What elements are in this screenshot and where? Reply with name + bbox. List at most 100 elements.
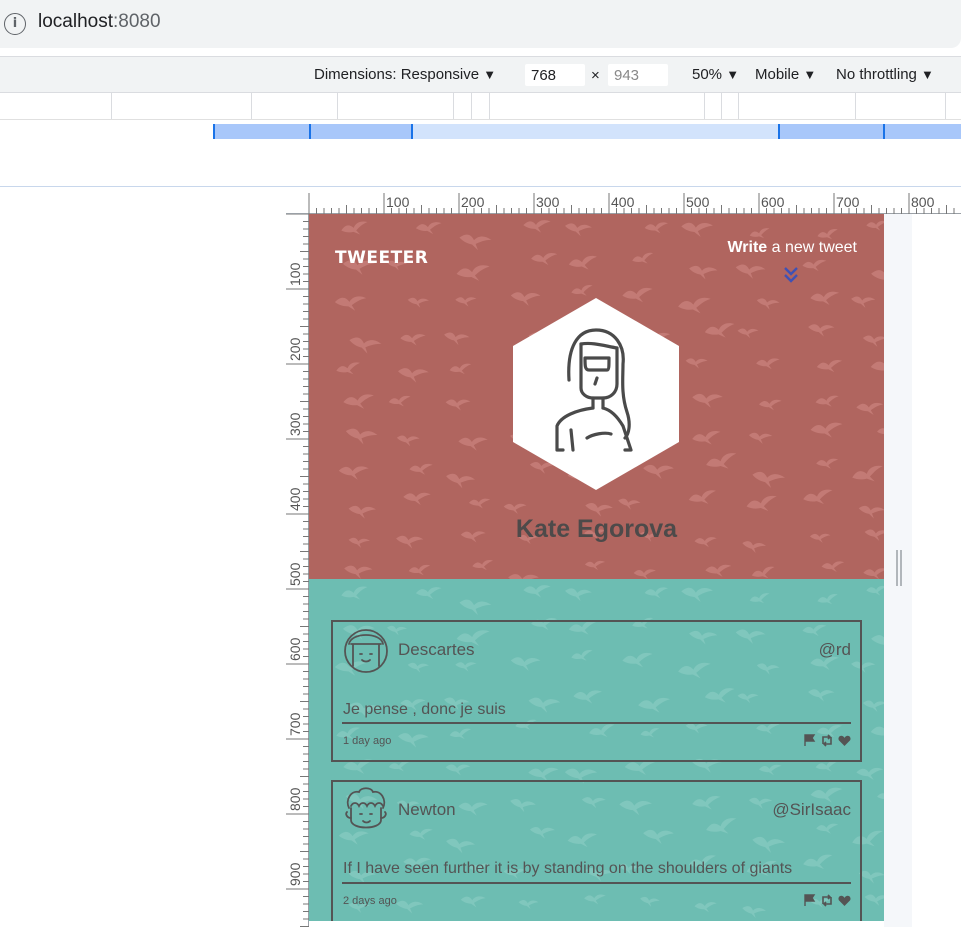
- bird-mark: [458, 437, 488, 451]
- mq-divider: [111, 93, 112, 119]
- bird-mark: [816, 360, 843, 373]
- ruler-label: 700: [287, 712, 303, 736]
- ruler-label: 400: [287, 487, 303, 511]
- bird-mark: [400, 334, 426, 346]
- bird-mark: [856, 402, 884, 416]
- ruler-label: 300: [287, 412, 303, 436]
- bird-mark: [624, 760, 657, 776]
- bird-mark: [568, 255, 597, 270]
- bird-mark: [445, 764, 471, 776]
- bird-mark: [681, 587, 713, 602]
- ruler-label: 500: [287, 562, 303, 586]
- bird-mark: [459, 234, 492, 251]
- bird-mark: [685, 358, 708, 369]
- dropdown-arrow-icon: ▼: [726, 67, 740, 82]
- throttling-dropdown[interactable]: No throttling ▼: [836, 66, 934, 83]
- flag-icon[interactable]: [803, 894, 816, 907]
- bird-mark: [817, 594, 838, 605]
- resize-handle-icon[interactable]: [895, 550, 903, 586]
- profile-name: Kate Egorova: [515, 515, 678, 543]
- bird-mark: [449, 363, 472, 375]
- breakpoint-marker: [883, 124, 885, 139]
- mq-divider: [453, 93, 454, 119]
- tweet-card[interactable]: Newton @SirIsaac If I have seen further …: [331, 780, 862, 921]
- url-text[interactable]: localhost:8080: [38, 11, 161, 33]
- bird-mark: [756, 358, 780, 370]
- bird-mark: [678, 297, 711, 314]
- tweet-divider: [342, 882, 851, 884]
- double-chevron-down-icon[interactable]: [783, 266, 799, 284]
- breakpoint-segment-right[interactable]: [778, 124, 961, 139]
- bird-mark: [746, 495, 777, 511]
- tweet-handle[interactable]: @rd: [819, 640, 851, 660]
- height-input[interactable]: [608, 64, 668, 86]
- bird-mark: [407, 297, 429, 308]
- dimensions-label: Dimensions: Responsive: [314, 66, 480, 83]
- media-query-bar[interactable]: [0, 93, 961, 120]
- ruler-label: 400: [611, 194, 635, 210]
- zoom-dropdown[interactable]: 50% ▼: [692, 66, 739, 83]
- breakpoint-segment-left[interactable]: [213, 124, 413, 139]
- app-logo[interactable]: TWEETER: [335, 248, 428, 268]
- girl-avatar-icon: [344, 629, 388, 673]
- bird-mark: [415, 587, 442, 600]
- bird-mark: [584, 560, 606, 571]
- info-icon[interactable]: i: [4, 13, 26, 35]
- write-tweet-link[interactable]: Write a new tweet: [727, 239, 857, 257]
- bird-mark: [403, 492, 431, 506]
- tweet-author[interactable]: Newton: [398, 800, 456, 820]
- mq-divider: [704, 93, 705, 119]
- tweet-feed: Descartes @rd Je pense , donc je suis 1 …: [309, 579, 884, 921]
- device-toolbar: Dimensions: Responsive ▼ × 50% ▼ Mobile …: [0, 56, 961, 93]
- ruler-label: 600: [761, 194, 785, 210]
- bird-mark: [445, 399, 471, 411]
- bird-mark: [735, 264, 766, 279]
- dropdown-arrow-icon: ▼: [921, 67, 934, 82]
- tweet-card[interactable]: Descartes @rd Je pense , donc je suis 1 …: [331, 620, 862, 762]
- bird-mark: [565, 588, 592, 602]
- bird-mark: [618, 498, 641, 510]
- throttling-label: No throttling: [836, 66, 917, 83]
- toolbar-spacer: [0, 140, 961, 187]
- tweet-author[interactable]: Descartes: [398, 640, 475, 660]
- bird-mark: [862, 700, 884, 712]
- ruler-label: 500: [686, 194, 710, 210]
- tweet-time: 1 day ago: [343, 735, 392, 747]
- device-type-label: Mobile: [755, 66, 800, 83]
- write-bold: Write: [727, 239, 768, 256]
- retweet-icon[interactable]: [820, 894, 834, 907]
- address-bar[interactable]: i localhost:8080: [0, 0, 961, 48]
- bird-mark: [523, 585, 551, 598]
- bird-mark: [455, 297, 477, 307]
- tweet-handle[interactable]: @SirIsaac: [772, 800, 851, 820]
- flag-icon[interactable]: [803, 734, 816, 747]
- emulated-viewport: TWEETER Write a new tweet Kate Egorova D…: [309, 214, 884, 921]
- bird-mark: [870, 723, 884, 740]
- heart-icon[interactable]: [838, 735, 851, 747]
- width-input[interactable]: [525, 64, 585, 86]
- tweet-actions: [803, 734, 851, 747]
- device-type-dropdown[interactable]: Mobile ▼: [755, 66, 816, 83]
- bird-mark: [689, 265, 718, 280]
- bird-mark: [345, 428, 378, 445]
- tweet-actions: [803, 894, 851, 907]
- bird-mark: [756, 298, 780, 310]
- bird-mark: [749, 593, 770, 604]
- dropdown-arrow-icon: ▼: [483, 67, 497, 82]
- bird-mark: [456, 265, 490, 281]
- bird-mark: [341, 221, 368, 235]
- bird-mark: [737, 328, 759, 339]
- retweet-icon[interactable]: [820, 734, 834, 747]
- tweet-text: If I have seen further it is by standing…: [343, 860, 793, 877]
- bird-mark: [336, 362, 360, 375]
- bird-mark: [444, 332, 470, 346]
- heart-icon[interactable]: [838, 895, 851, 907]
- bird-mark: [531, 253, 558, 266]
- dimensions-dropdown[interactable]: Dimensions: Responsive ▼: [314, 66, 496, 83]
- tweet-time: 2 days ago: [343, 895, 397, 907]
- horizontal-ruler: 100 200 300 400 500 600 700 800: [286, 193, 961, 214]
- bird-mark: [864, 894, 884, 906]
- ruler-label: 100: [287, 262, 303, 286]
- ruler-label: 200: [287, 337, 303, 361]
- bird-mark: [523, 220, 551, 233]
